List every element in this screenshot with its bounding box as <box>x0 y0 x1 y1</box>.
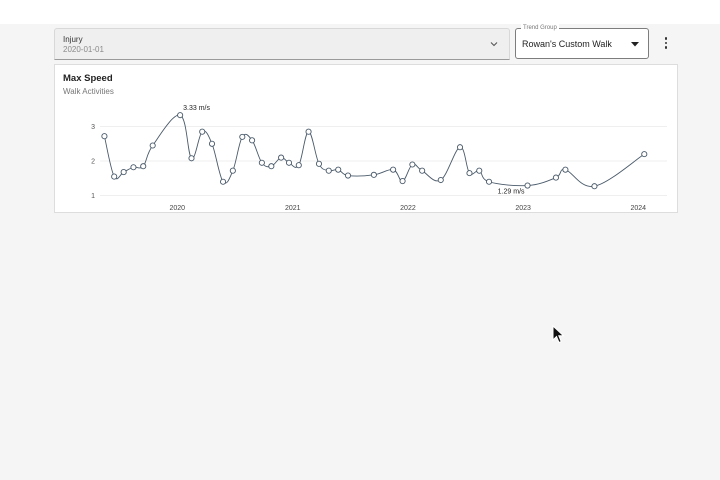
data-point <box>149 142 156 149</box>
top-bar <box>0 0 720 24</box>
data-point <box>188 155 195 162</box>
data-point <box>485 178 493 185</box>
y-tick-label: 3 <box>91 124 95 131</box>
injury-select-label: Injury <box>63 35 83 44</box>
data-point <box>305 128 312 135</box>
data-point <box>325 167 332 174</box>
mouse-cursor-icon <box>552 325 565 344</box>
kebab-dot <box>664 46 668 49</box>
data-point <box>370 171 377 178</box>
trend-group-value: Rowan's Custom Walk <box>522 39 612 49</box>
data-point <box>437 176 444 184</box>
data-point <box>130 164 137 171</box>
data-point <box>562 166 569 173</box>
max-speed-card: Max Speed Walk Activities 1 2 3 2020 2021 202… <box>54 64 678 213</box>
data-point <box>120 169 127 176</box>
data-point <box>278 154 285 161</box>
data-point <box>258 159 265 166</box>
chevron-down-icon <box>490 42 498 47</box>
data-point <box>177 112 184 119</box>
data-label: 3.33 m/s <box>183 105 210 112</box>
data-point <box>140 163 147 170</box>
data-point <box>399 178 406 185</box>
data-point <box>239 133 246 140</box>
data-point <box>466 170 473 177</box>
kebab-dot <box>664 41 668 45</box>
data-point <box>101 133 108 140</box>
x-tick-label: 2024 <box>630 205 646 212</box>
data-point <box>295 162 302 169</box>
x-tick-label: 2023 <box>515 205 531 212</box>
data-point <box>220 178 227 185</box>
x-tick-label: 2022 <box>400 205 416 212</box>
data-point <box>249 137 256 144</box>
data-point <box>456 144 464 151</box>
kebab-dot <box>664 37 668 40</box>
y-tick-label: 2 <box>91 159 95 166</box>
data-point <box>229 167 236 174</box>
x-tick-label: 2021 <box>285 205 301 212</box>
data-point <box>476 167 483 174</box>
data-point <box>591 183 598 190</box>
data-point <box>552 174 559 181</box>
max-speed-chart: 1 2 3 2020 2021 2022 2023 2024 3.33 m/s 1.29 m/s <box>91 105 667 212</box>
data-point <box>344 172 352 179</box>
data-point <box>390 166 397 173</box>
data-point <box>208 140 216 147</box>
caret-down-icon <box>631 42 639 47</box>
y-tick-label: 1 <box>91 193 95 200</box>
data-point <box>641 151 648 158</box>
kebab-menu-icon[interactable] <box>658 34 674 52</box>
data-point <box>268 163 275 170</box>
x-tick-label: 2020 <box>170 205 186 212</box>
data-point <box>419 167 426 174</box>
trend-group-legend: Trend Group <box>521 24 559 32</box>
data-point <box>285 159 293 166</box>
data-label: 1.29 m/s <box>498 189 525 196</box>
trend-group-select[interactable]: Trend Group Rowan's Custom Walk <box>515 24 649 59</box>
data-point <box>335 166 342 173</box>
injury-select[interactable]: Injury 2020-01-01 <box>54 28 510 60</box>
injury-select-value: 2020-01-01 <box>63 45 104 54</box>
data-point <box>199 128 206 135</box>
data-point <box>111 173 118 180</box>
data-point <box>315 160 323 167</box>
data-point <box>409 161 416 168</box>
data-point <box>524 182 531 189</box>
